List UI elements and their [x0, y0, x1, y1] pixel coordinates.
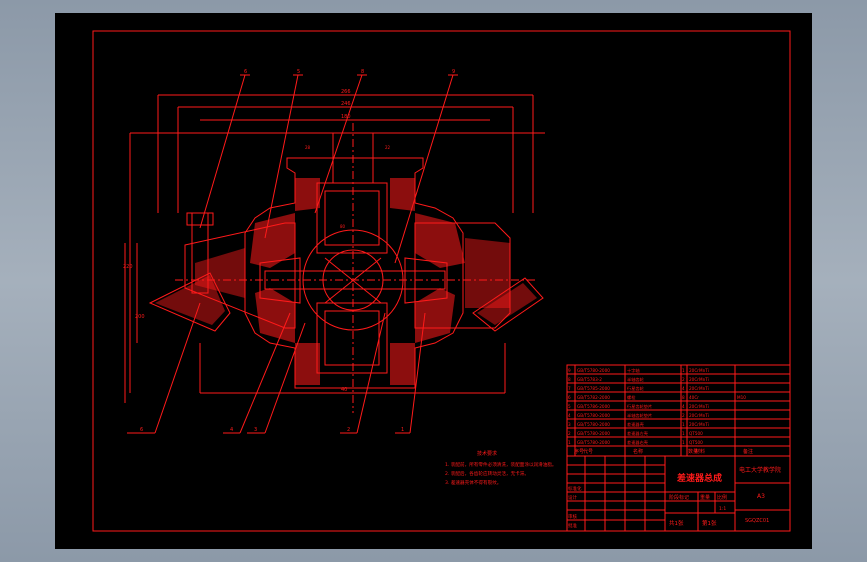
dim-200: 200	[135, 314, 145, 320]
bom-cell: 9	[568, 368, 571, 373]
bom-cell: 2	[682, 413, 685, 418]
bom-cell: 3	[568, 422, 571, 427]
drawing-canvas: 266 246 180 220 200 40 80 28 22 6 5 8 9 …	[55, 13, 812, 549]
bom-cell: QT500	[689, 440, 703, 445]
bom-cell: 20CrMnTi	[689, 386, 709, 391]
bom-cell: 差速器左壳	[627, 430, 649, 437]
notes-line-2: 2. 装配后，各齿轮应转动灵活，无卡滞。	[445, 470, 529, 477]
bom-cell: 40Cr	[689, 395, 699, 400]
school-name: 电工大学教学院	[739, 466, 781, 474]
bom-cell: 4	[682, 404, 685, 409]
bom-cell: 6	[568, 395, 571, 400]
bom-cell: 20CrMnTi	[689, 413, 709, 418]
bom-cell: 4	[682, 386, 685, 391]
bom-cell: 5	[568, 404, 571, 409]
bom-cell: 20CrMnTi	[689, 404, 709, 409]
sheet-total: 共1张	[669, 519, 684, 527]
dim-266: 266	[341, 89, 351, 95]
leader-2: 2	[347, 427, 350, 433]
bom-cell: 1	[682, 368, 685, 373]
leader-3: 3	[254, 427, 257, 433]
bom-cell: 1	[682, 422, 685, 427]
bom-cell: 2	[568, 431, 571, 436]
bom-cell: 8	[568, 377, 571, 382]
bom-cell: 差速器右壳	[627, 439, 649, 446]
bom-cell: GB/T5780-2000	[577, 368, 610, 373]
bom-cell: GB/T5780-2000	[577, 422, 610, 427]
leader-5: 5	[297, 69, 300, 75]
assembly-drawing: 266 246 180 220 200 40 80 28 22 6 5 8 9 …	[92, 30, 791, 532]
bom-cell: GB/T5780-2000	[577, 431, 610, 436]
dim-180: 180	[341, 114, 351, 120]
dim-246: 246	[341, 101, 351, 107]
leader-9: 9	[452, 69, 455, 75]
notes-heading: 技术要求	[477, 450, 497, 457]
drawing-title: 差速器总成	[677, 472, 722, 484]
bom-cell: 8	[682, 395, 685, 400]
bom-cell: 差速器壳	[627, 421, 645, 428]
bom-cell: 4	[568, 413, 571, 418]
bom-cell: 半轴齿轮垫片	[627, 412, 652, 419]
scale-header: 比例	[717, 494, 727, 501]
title-block: 差速器总成 电工大学教学院 A3 SGQZC01 阶段标记 重量 比例 1:1 …	[566, 364, 791, 532]
bom-cell: 半轴齿轮	[627, 376, 645, 383]
housing-outline	[244, 157, 464, 389]
bom-cell: GB/T5786-2000	[577, 404, 610, 409]
bom-header: 材料	[695, 448, 705, 455]
notes-line-1: 1. 装配前，所有零件必须清洗，装配面涂以润滑油脂。	[445, 461, 557, 468]
leader-8: 8	[361, 69, 364, 75]
bom-cell: 1	[682, 440, 685, 445]
weight-header: 重量	[700, 494, 710, 501]
dim-40: 40	[341, 387, 347, 393]
side-gear-top	[316, 182, 388, 254]
bom-cell: GB/T5785-2000	[577, 386, 610, 391]
bom-cell: 行星齿轮垫片	[627, 403, 652, 410]
bom-table: 9 GB/T5780-2000 十字轴 1 20CrMnTi 8 GB/T5783-2 半轴齿…	[568, 367, 753, 455]
dim-80: 80	[340, 224, 346, 229]
dim-220: 220	[123, 264, 133, 270]
differential-section: 266 246 180 220 200 40 80 28 22 6 5 8 9 …	[123, 69, 545, 434]
leader-1: 1	[401, 427, 404, 433]
mark-header: 阶段标记	[669, 494, 689, 501]
dim-28: 28	[305, 145, 311, 150]
bom-cell: 2	[682, 377, 685, 382]
approver-label: 批准	[568, 522, 577, 529]
bom-cell: GB/T5782-2000	[577, 395, 610, 400]
bom-header: 备注	[743, 448, 753, 455]
technical-notes: 技术要求 1. 装配前，所有零件必须清洗，装配面涂以润滑油脂。 2. 装配后，各…	[445, 450, 557, 486]
standardizer-label: 标准化	[568, 485, 582, 492]
leader-4: 4	[230, 427, 233, 433]
bom-cell: 1	[682, 431, 685, 436]
bom-cell: QT500	[689, 431, 703, 436]
leader-6-bottom: 6	[140, 427, 143, 433]
bom-cell: 7	[568, 386, 571, 391]
sheet-size: A3	[757, 493, 765, 500]
bom-cell: 十字轴	[627, 367, 640, 374]
bom-cell: M10	[737, 395, 746, 400]
bom-cell: 螺栓	[627, 394, 636, 401]
scale-value: 1:1	[719, 506, 726, 512]
bom-header: 名称	[633, 448, 643, 455]
bom-cell: 20CrMnTi	[689, 368, 709, 373]
bom-cell: 20CrMnTi	[689, 422, 709, 427]
side-gear-bottom	[316, 302, 388, 374]
bom-cell: GB/T5780-2000	[577, 440, 610, 445]
leader-6-top: 6	[244, 69, 247, 75]
bom-cell: 1	[568, 440, 571, 445]
dim-22: 22	[385, 145, 391, 150]
bom-cell: 20CrMnTi	[689, 377, 709, 382]
bom-cell: GB/T5783-2	[577, 377, 602, 382]
bom-cell: 行星齿轮	[627, 385, 645, 392]
designer-label: 设计	[568, 494, 577, 501]
drawing-number: SGQZC01	[745, 518, 769, 524]
sheet-index: 第1张	[702, 519, 717, 527]
bom-header: 代号	[583, 448, 593, 455]
bom-cell: GB/T5780-2000	[577, 413, 610, 418]
notes-line-3: 3. 差速器壳体不得有裂纹。	[445, 479, 501, 486]
checker-label: 审核	[568, 513, 577, 520]
